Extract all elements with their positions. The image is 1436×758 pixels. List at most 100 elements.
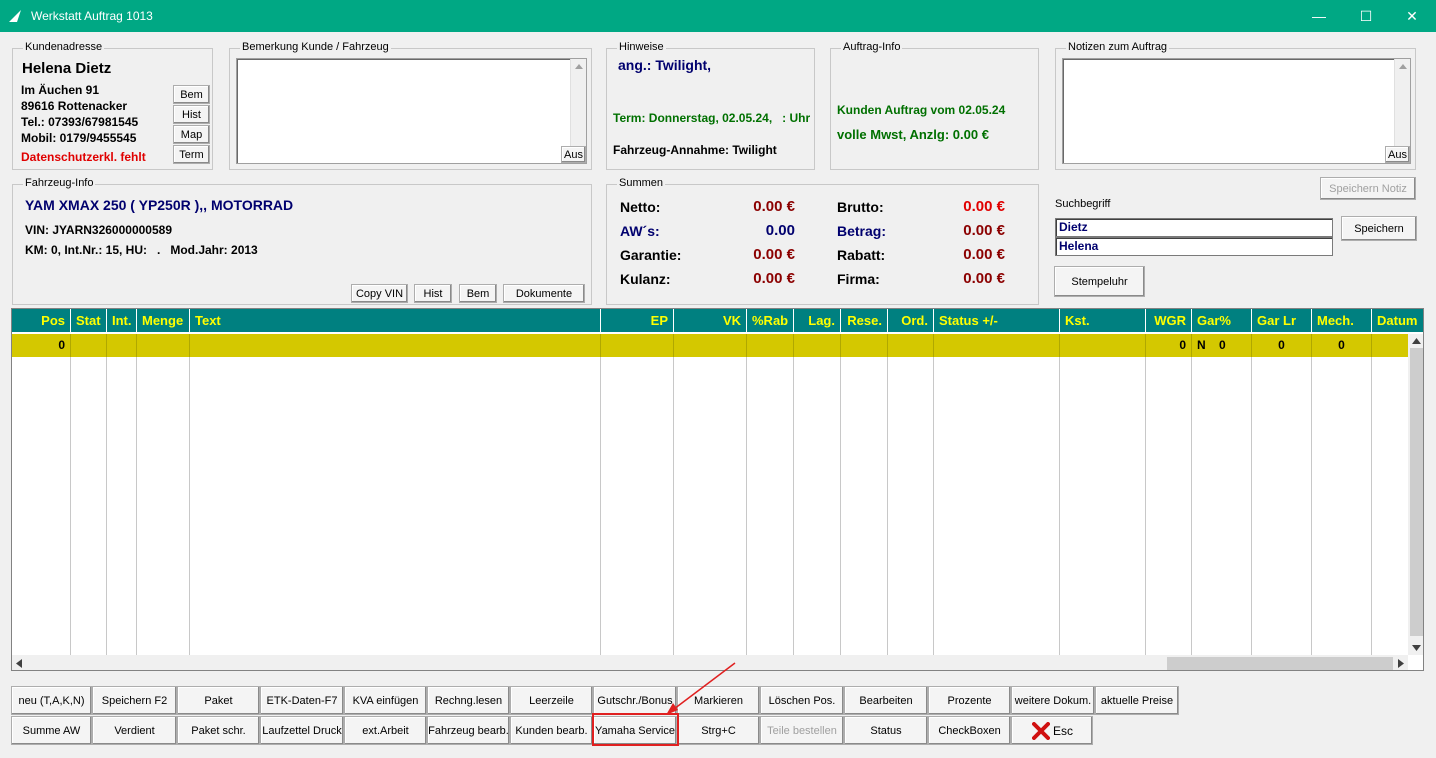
mark-button[interactable]: Markieren [677,686,760,715]
checkboxes-button[interactable]: CheckBoxen [928,716,1011,745]
credit-bonus-button[interactable]: Gutschr./Bonus [593,686,677,715]
vehicle-hist-button[interactable]: Hist [414,284,452,303]
col-header-menge[interactable]: Menge [137,309,190,332]
brutto-label: Brutto: [837,199,884,215]
package-button[interactable]: Paket [177,686,260,715]
row-gar-pct[interactable]: N 0 [1192,334,1252,357]
order-notes-textarea[interactable]: Aus [1062,58,1411,164]
row-gar-lr[interactable]: 0 [1252,334,1312,357]
scroll-down-icon[interactable] [1412,645,1421,651]
esc-button[interactable]: Esc [1011,716,1093,745]
col-header-datum[interactable]: Datum [1372,309,1423,332]
minimize-button[interactable]: — [1296,0,1342,32]
row-pos[interactable]: 0 [12,334,71,357]
row-rab[interactable] [747,334,794,357]
order-notes-scrollbar[interactable] [1394,59,1410,147]
percent-button[interactable]: Prozente [928,686,1011,715]
current-prices-button[interactable]: aktuelle Preise [1095,686,1179,715]
remark-legend: Bemerkung Kunde / Fahrzeug [240,41,391,53]
edit-vehicle-button[interactable]: Fahrzeug bearb. [427,716,510,745]
search-input-1[interactable]: Dietz [1055,218,1333,237]
row-int[interactable] [107,334,137,357]
col-header-text[interactable]: Text [190,309,601,332]
search-save-button[interactable]: Speichern [1341,216,1417,241]
kva-insert-button[interactable]: KVA einfügen [344,686,427,715]
grid-hscroll-thumb[interactable] [1167,657,1393,670]
col-header-lag[interactable]: Lag. [794,309,841,332]
col-header-ord[interactable]: Ord. [888,309,934,332]
row-mech[interactable]: 0 [1312,334,1372,357]
col-header-ep[interactable]: EP [601,309,674,332]
col-header-status[interactable]: Status +/- [934,309,1060,332]
external-work-button[interactable]: ext.Arbeit [344,716,427,745]
col-header-wgr[interactable]: WGR [1146,309,1192,332]
scroll-up-icon[interactable] [1412,338,1421,344]
empty-line-button[interactable]: Leerzeile [510,686,593,715]
grid-vertical-scrollbar[interactable] [1408,334,1423,655]
search-label: Suchbegriff [1055,198,1111,210]
edit-button[interactable]: Bearbeiten [844,686,928,715]
scroll-up-icon[interactable] [1399,64,1407,69]
sum-aw-button[interactable]: Summe AW [11,716,92,745]
more-docs-button[interactable]: weitere Dokum. [1011,686,1095,715]
hist-button[interactable]: Hist [173,105,210,124]
col-header-rese[interactable]: Rese. [841,309,888,332]
map-button[interactable]: Map [173,125,210,144]
yamaha-service-button[interactable]: Yamaha Service [593,716,677,745]
documents-button[interactable]: Dokumente [503,284,585,303]
col-header-mech[interactable]: Mech. [1312,309,1372,332]
new-button[interactable]: neu (T,A,K,N) [11,686,92,715]
col-header-int[interactable]: Int. [107,309,137,332]
status-button[interactable]: Status [844,716,928,745]
delete-pos-button[interactable]: Löschen Pos. [760,686,844,715]
row-text[interactable] [190,334,601,357]
row-ord[interactable] [888,334,934,357]
col-header-gar-lr[interactable]: Gar Lr [1252,309,1312,332]
col-header-pos[interactable]: Pos [12,309,71,332]
remark-scrollbar[interactable] [570,59,586,147]
row-rese[interactable] [841,334,888,357]
row-stat[interactable] [71,334,107,357]
copy-vin-button[interactable]: Copy VIN [351,284,408,303]
col-header-stat[interactable]: Stat [71,309,107,332]
row-lag[interactable] [794,334,841,357]
scroll-right-icon[interactable] [1398,659,1404,668]
time-clock-button[interactable]: Stempeluhr [1054,266,1145,297]
col-header-gar-pct[interactable]: Gar% [1192,309,1252,332]
order-parts-button[interactable]: Teile bestellen [760,716,844,745]
scroll-left-icon[interactable] [16,659,22,668]
row-vk[interactable] [674,334,747,357]
grid-vscroll-thumb[interactable] [1410,348,1423,636]
row-status[interactable] [934,334,1060,357]
scroll-up-icon[interactable] [575,64,583,69]
order-notes-aus-button[interactable]: Aus [1385,146,1410,163]
save-note-button[interactable]: Speichern Notiz [1320,177,1416,200]
search-input-2[interactable]: Helena [1055,237,1333,256]
routing-slip-print-button[interactable]: Laufzettel Druck [260,716,344,745]
remark-aus-button[interactable]: Aus [561,146,586,163]
ctrl-c-button[interactable]: Strg+C [677,716,760,745]
package-write-button[interactable]: Paket schr. [177,716,260,745]
col-header-vk[interactable]: VK [674,309,747,332]
vehicle-bem-button[interactable]: Bem [459,284,497,303]
row-wgr[interactable]: 0 [1146,334,1192,357]
close-button[interactable]: ✕ [1389,0,1435,32]
row-kst[interactable] [1060,334,1146,357]
customer-city: 89616 Rottenacker [21,99,128,113]
bem-button[interactable]: Bem [173,85,210,104]
row-ep[interactable] [601,334,674,357]
col-header-rab[interactable]: %Rab [747,309,794,332]
positions-grid[interactable]: Pos Stat Int. Menge Text EP VK %Rab Lag.… [11,308,1424,671]
read-invoice-button[interactable]: Rechng.lesen [427,686,510,715]
etk-data-button[interactable]: ETK-Daten-F7 [260,686,344,715]
row-menge[interactable] [137,334,190,357]
col-divider [1191,357,1192,655]
remark-textarea[interactable]: Aus [236,58,587,164]
save-f2-button[interactable]: Speichern F2 [92,686,177,715]
earned-button[interactable]: Verdient [92,716,177,745]
maximize-button[interactable]: ☐ [1343,0,1389,32]
term-button[interactable]: Term [173,145,210,164]
col-header-kst[interactable]: Kst. [1060,309,1146,332]
grid-horizontal-scrollbar[interactable] [12,655,1408,670]
edit-customer-button[interactable]: Kunden bearb. [510,716,593,745]
